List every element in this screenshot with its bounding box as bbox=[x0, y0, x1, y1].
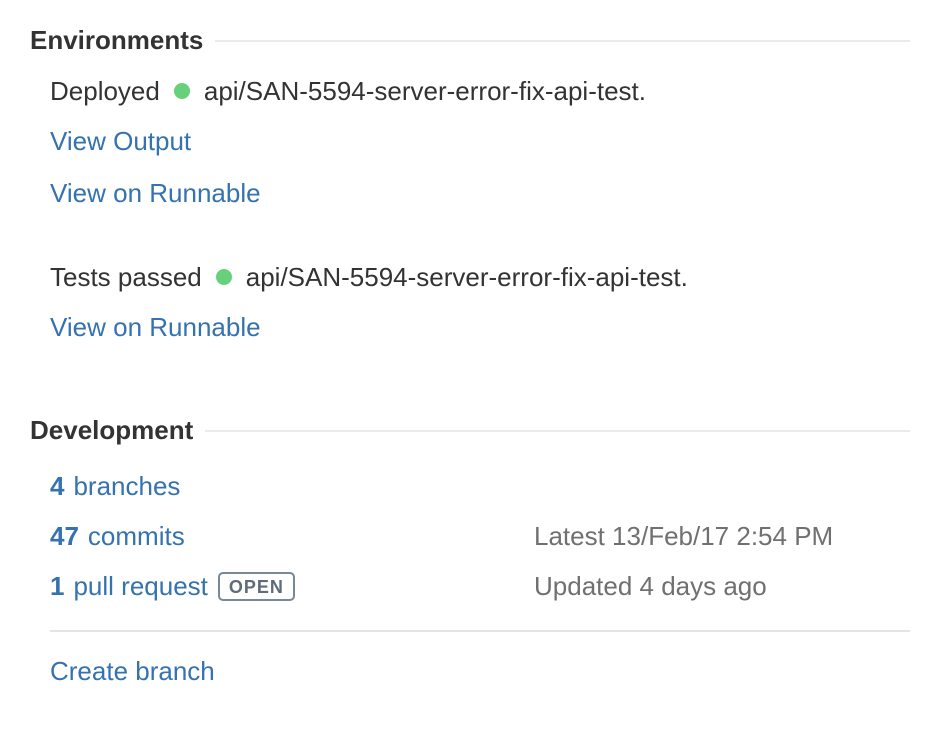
pull-request-status-badge: OPEN bbox=[217, 571, 295, 601]
view-on-runnable-link-tests[interactable]: View on Runnable bbox=[50, 312, 261, 343]
commits-label: commits bbox=[87, 520, 185, 551]
branches-link[interactable]: 4 branches bbox=[50, 471, 180, 502]
branches-row: 4 branches bbox=[50, 469, 910, 503]
pull-requests-count: 1 bbox=[50, 570, 65, 601]
pull-requests-row: 1 pull request OPEN Updated 4 days ago bbox=[50, 569, 910, 603]
commits-row: 47 commits Latest 13/Feb/17 2:54 PM bbox=[50, 519, 910, 553]
tests-label: Tests passed bbox=[50, 261, 202, 292]
deployed-status-line: Deployed api/SAN-5594-server-error-fix-a… bbox=[50, 74, 646, 108]
development-title: Development bbox=[30, 414, 194, 445]
tests-status-line: Tests passed api/SAN-5594-server-error-f… bbox=[50, 260, 688, 294]
pull-requests-label: pull request bbox=[73, 570, 208, 601]
deployed-label: Deployed bbox=[50, 75, 160, 106]
commits-latest-timestamp: Latest 13/Feb/17 2:54 PM bbox=[534, 520, 834, 551]
branches-count: 4 bbox=[50, 470, 65, 501]
branches-label: branches bbox=[73, 470, 181, 501]
environments-title: Environments bbox=[30, 24, 204, 55]
environments-divider bbox=[215, 40, 910, 42]
pull-requests-updated: Updated 4 days ago bbox=[534, 570, 767, 601]
create-branch-link[interactable]: Create branch bbox=[50, 656, 215, 687]
commits-link[interactable]: 47 commits bbox=[50, 521, 185, 552]
pull-requests-link[interactable]: 1 pull request bbox=[50, 571, 208, 602]
view-output-link[interactable]: View Output bbox=[50, 126, 191, 157]
commits-count: 47 bbox=[50, 520, 79, 551]
development-divider bbox=[205, 430, 910, 432]
environments-header: Environments bbox=[30, 25, 910, 55]
deployed-branch: api/SAN-5594-server-error-fix-api-test. bbox=[203, 75, 646, 106]
deployed-status-dot-icon bbox=[173, 83, 190, 99]
tests-status-dot-icon bbox=[215, 269, 232, 285]
development-header: Development bbox=[30, 415, 910, 445]
tests-branch: api/SAN-5594-server-error-fix-api-test. bbox=[245, 261, 688, 292]
development-bottom-divider bbox=[50, 630, 910, 632]
view-on-runnable-link-deployed[interactable]: View on Runnable bbox=[50, 178, 261, 209]
